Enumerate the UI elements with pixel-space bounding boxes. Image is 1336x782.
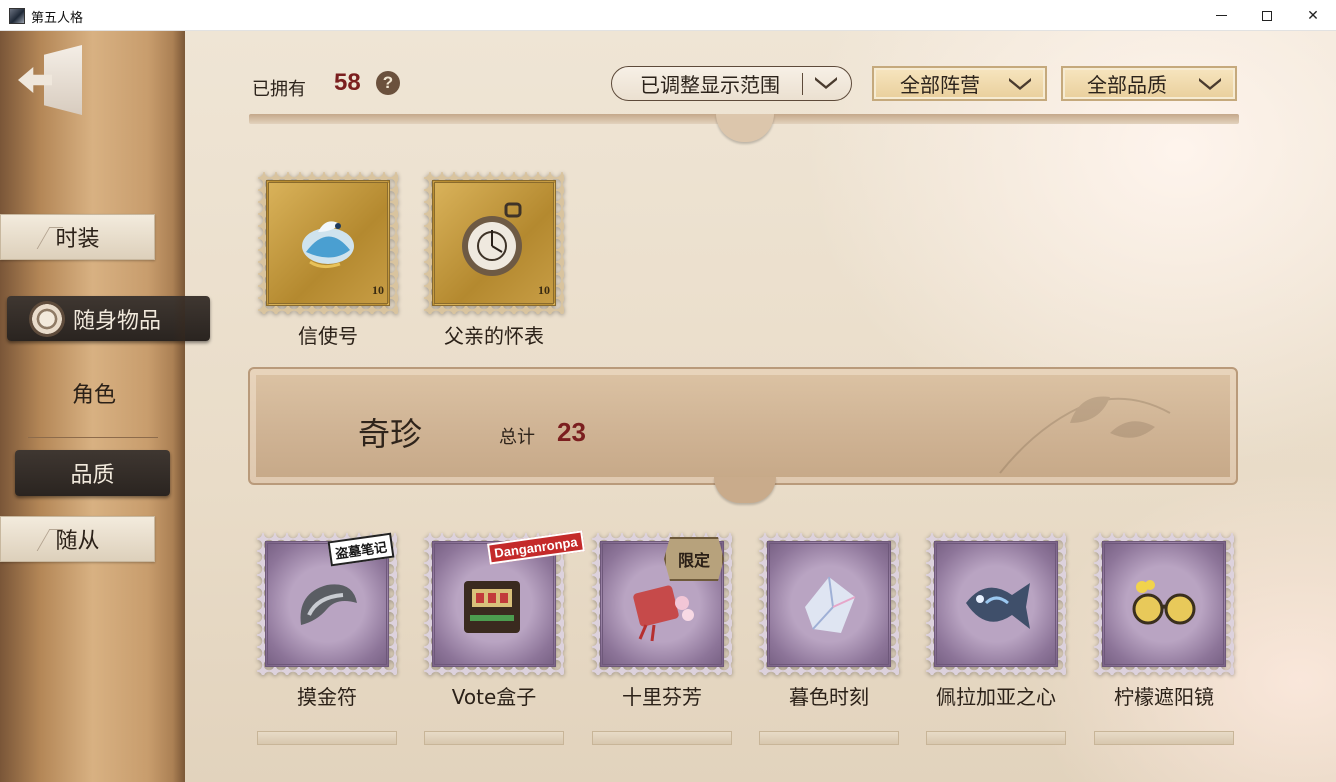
nav-tab-label: 角色 [71, 383, 116, 408]
nav-tab-label: 随身物品 [73, 308, 162, 334]
app-logo-icon [9, 8, 25, 24]
quality-filter-dropdown[interactable]: 全部品质 [1061, 66, 1237, 101]
nav-tab-accessories[interactable]: 随身物品 [7, 296, 210, 341]
stamp-frame [759, 533, 899, 675]
item-card[interactable]: 限定 十里芬芳 [592, 533, 732, 713]
item-name: 摸金符 [297, 685, 357, 709]
nav-tab-character[interactable]: 角色 [30, 373, 158, 413]
stamp-frame [926, 533, 1066, 675]
item-name: 父亲的怀表 [444, 324, 544, 348]
nav-tab-fashion[interactable]: 时装 [0, 214, 155, 260]
lemon-sunglasses-icon [1132, 580, 1196, 625]
item-card[interactable]: 暮色时刻 [759, 533, 899, 713]
section-total-label: 总计 [499, 427, 535, 448]
item-card[interactable]: 盗墓笔记 摸金符 [257, 532, 397, 713]
pocket-watch-icon [462, 202, 522, 276]
banner-notch [714, 477, 776, 503]
next-row-peek [1094, 731, 1234, 745]
minimize-button[interactable] [1198, 0, 1244, 31]
gold-claw-talisman-icon [300, 584, 357, 625]
item-card[interactable]: 柠檬遮阳镜 [1094, 533, 1234, 713]
stamp-value: 10 [538, 283, 550, 297]
exit-button[interactable] [18, 45, 84, 117]
dropdown-separator [802, 73, 803, 95]
vote-box-icon [464, 581, 520, 633]
item-name: 信使号 [298, 324, 358, 348]
chevron-down-icon [815, 77, 837, 89]
next-row-peek [424, 731, 564, 745]
display-scope-dropdown[interactable]: 已调整显示范围 [611, 66, 852, 101]
stamp-frame: 10 [424, 172, 564, 314]
emblem-icon [29, 301, 65, 337]
stamp-frame [1094, 533, 1234, 675]
window-titlebar: 第五人格 ✕ [0, 0, 1336, 31]
item-name: Vote盒子 [451, 685, 537, 709]
fish-heart-icon [966, 583, 1030, 629]
divider-notch [716, 114, 774, 142]
left-rail: 时装 随身物品 角色 品质 随从 [0, 31, 210, 782]
next-row-peek [926, 731, 1066, 745]
item-card[interactable]: 10 父亲的怀表 [424, 172, 564, 352]
chevron-down-icon [1009, 78, 1031, 90]
limited-badge: 限定 [664, 537, 724, 581]
section-title: 奇珍 [358, 415, 423, 453]
next-row-peek [257, 731, 397, 745]
stamp-value: 10 [372, 283, 384, 297]
item-name: 柠檬遮阳镜 [1114, 685, 1214, 709]
nav-tab-label: 品质 [70, 463, 115, 488]
next-row-peek [759, 731, 899, 745]
dropdown-label: 已调整显示范围 [640, 73, 780, 97]
item-name: 佩拉加亚之心 [936, 685, 1056, 709]
item-name: 十里芬芳 [622, 685, 702, 709]
maximize-icon [1262, 10, 1272, 21]
nav-divider [28, 437, 158, 438]
item-name: 暮色时刻 [789, 685, 869, 709]
section-total-count: 23 [557, 417, 586, 447]
camp-filter-dropdown[interactable]: 全部阵营 [872, 66, 1047, 101]
help-button[interactable]: ? [376, 71, 400, 95]
nav-tab-label: 时装 [55, 227, 100, 252]
close-icon: ✕ [1307, 7, 1319, 24]
nav-tab-label: 随从 [55, 529, 100, 554]
item-card[interactable]: 10 信使号 [258, 172, 398, 352]
dropdown-label: 全部阵营 [900, 73, 980, 97]
crystal-shard-icon [805, 576, 856, 633]
chevron-down-icon [1199, 78, 1221, 90]
floral-decoration-icon [999, 396, 1171, 474]
owned-count: 58 [334, 69, 361, 96]
game-viewport: 时装 随身物品 角色 品质 随从 已拥有 58 ? 已调整显示范围 全部阵营 全… [0, 31, 1336, 782]
nav-tab-quality[interactable]: 品质 [15, 450, 170, 496]
item-card[interactable]: 佩拉加亚之心 [926, 533, 1066, 713]
nav-tab-follower[interactable]: 随从 [0, 516, 155, 562]
item-card[interactable]: Danganronpa Vote盒子 [424, 530, 585, 713]
window-title: 第五人格 [31, 11, 84, 26]
close-button[interactable]: ✕ [1290, 0, 1336, 31]
owned-label: 已拥有 [252, 79, 306, 100]
messenger-pigeon-icon [302, 221, 354, 269]
minimize-icon [1215, 15, 1227, 16]
dropdown-label: 全部品质 [1087, 73, 1167, 97]
maximize-button[interactable] [1244, 0, 1290, 31]
stamp-frame: 10 [258, 172, 398, 314]
next-row-peek [592, 731, 732, 745]
